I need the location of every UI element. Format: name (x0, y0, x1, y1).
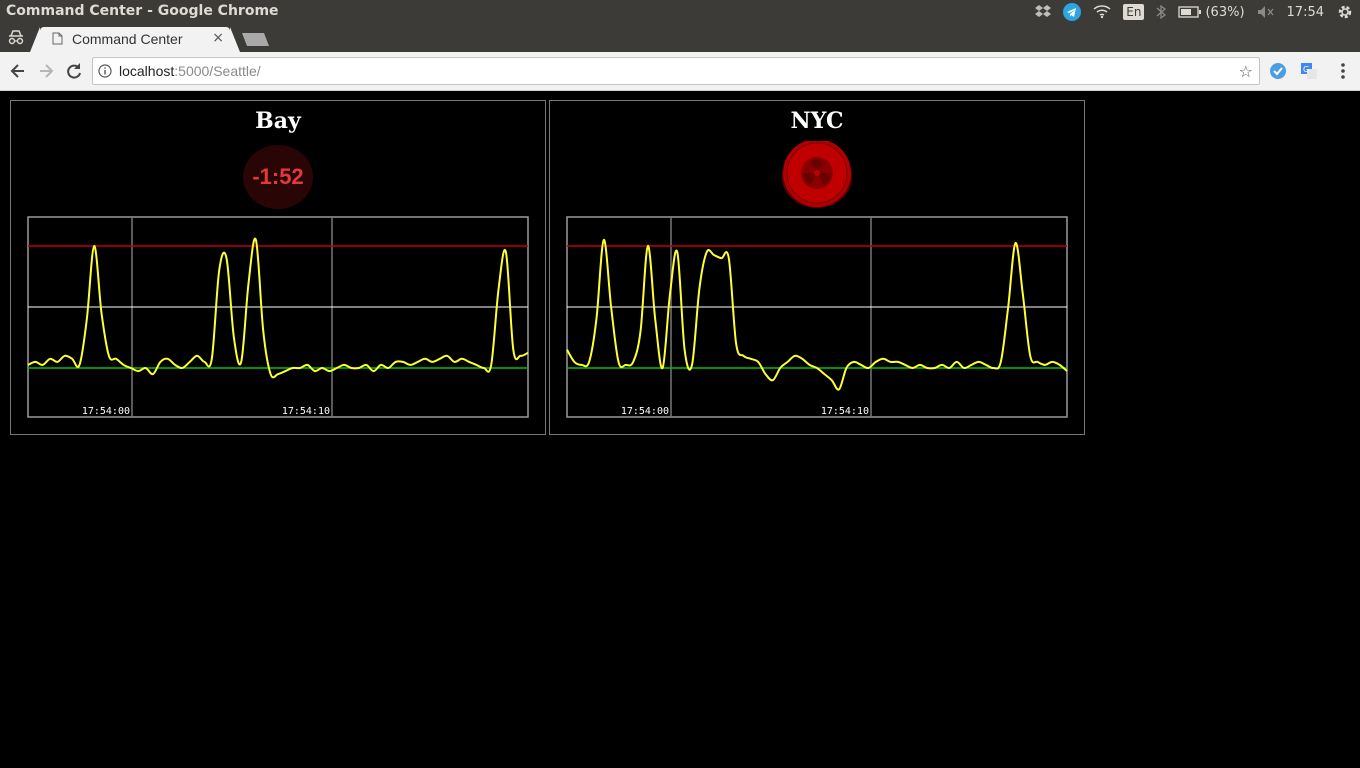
countdown-timer: -1:52 (243, 145, 313, 209)
incognito-icon (8, 30, 24, 45)
forward-arrow-icon[interactable] (36, 61, 56, 81)
extension-check-icon[interactable] (1269, 62, 1287, 80)
system-tray: En (63%) 17:54 (1029, 0, 1360, 24)
dropbox-icon[interactable] (1035, 5, 1052, 19)
bluetooth-icon[interactable] (1156, 4, 1167, 20)
panel-title: Bay (255, 108, 301, 134)
url-host: localhost (119, 63, 175, 79)
reload-icon[interactable] (64, 61, 84, 81)
tab-command-center[interactable]: Command Center × (30, 27, 240, 52)
google-translate-icon[interactable]: G (1300, 62, 1318, 80)
radiation-icon (801, 157, 833, 189)
new-tab-button[interactable] (238, 32, 270, 47)
back-arrow-icon[interactable] (8, 61, 28, 81)
os-top-bar: Command Center - Google Chrome En (63%) … (0, 0, 1360, 24)
sensor-chart: 17:54:00 17:54:10 (566, 216, 1068, 418)
svg-text:G: G (1303, 65, 1309, 74)
address-bar[interactable]: localhost:5000/Seattle/ ☆ (92, 57, 1260, 85)
browser-toolbar: localhost:5000/Seattle/ ☆ G (0, 52, 1360, 91)
language-label: En (1123, 4, 1145, 20)
panel-nyc: NYC 17:54:00 17:54:10 (549, 100, 1085, 435)
tab-close-button[interactable]: × (212, 30, 224, 46)
settings-gear-icon[interactable] (1336, 3, 1354, 21)
panel-bay: Bay -1:52 17:54:00 17:54:10 (10, 100, 546, 435)
telegram-icon[interactable] (1063, 3, 1082, 21)
battery-indicator[interactable]: (63%) (1178, 4, 1245, 20)
panel-title: NYC (790, 108, 844, 134)
x-tick-label: 17:54:10 (282, 406, 330, 417)
tab-title: Command Center (72, 31, 183, 47)
x-tick-label: 17:54:00 (621, 406, 669, 417)
volume-muted-icon[interactable] (1257, 5, 1275, 19)
window-title: Command Center - Google Chrome (6, 3, 279, 19)
bookmark-star-icon[interactable]: ☆ (1239, 62, 1253, 81)
keyboard-language-icon[interactable]: En (1123, 4, 1145, 20)
page-icon (52, 32, 63, 45)
url-path: :5000/Seattle/ (174, 63, 261, 79)
page-content: Bay -1:52 17:54:00 17:54:10 NYC 17:54:00 1… (0, 91, 1360, 768)
menu-dots-icon[interactable] (1336, 62, 1350, 80)
clock[interactable]: 17:54 (1287, 5, 1324, 20)
info-icon[interactable] (98, 64, 112, 78)
battery-percent: (63%) (1205, 4, 1245, 20)
tab-strip: Command Center × (0, 24, 1360, 52)
battery-icon (1178, 6, 1202, 18)
sensor-chart: 17:54:00 17:54:10 (27, 216, 529, 418)
x-tick-label: 17:54:00 (82, 406, 130, 417)
wifi-icon[interactable] (1093, 5, 1111, 19)
radiation-alarm-button[interactable] (781, 141, 853, 209)
url-text[interactable]: localhost:5000/Seattle/ (119, 63, 261, 79)
x-tick-label: 17:54:10 (821, 406, 869, 417)
